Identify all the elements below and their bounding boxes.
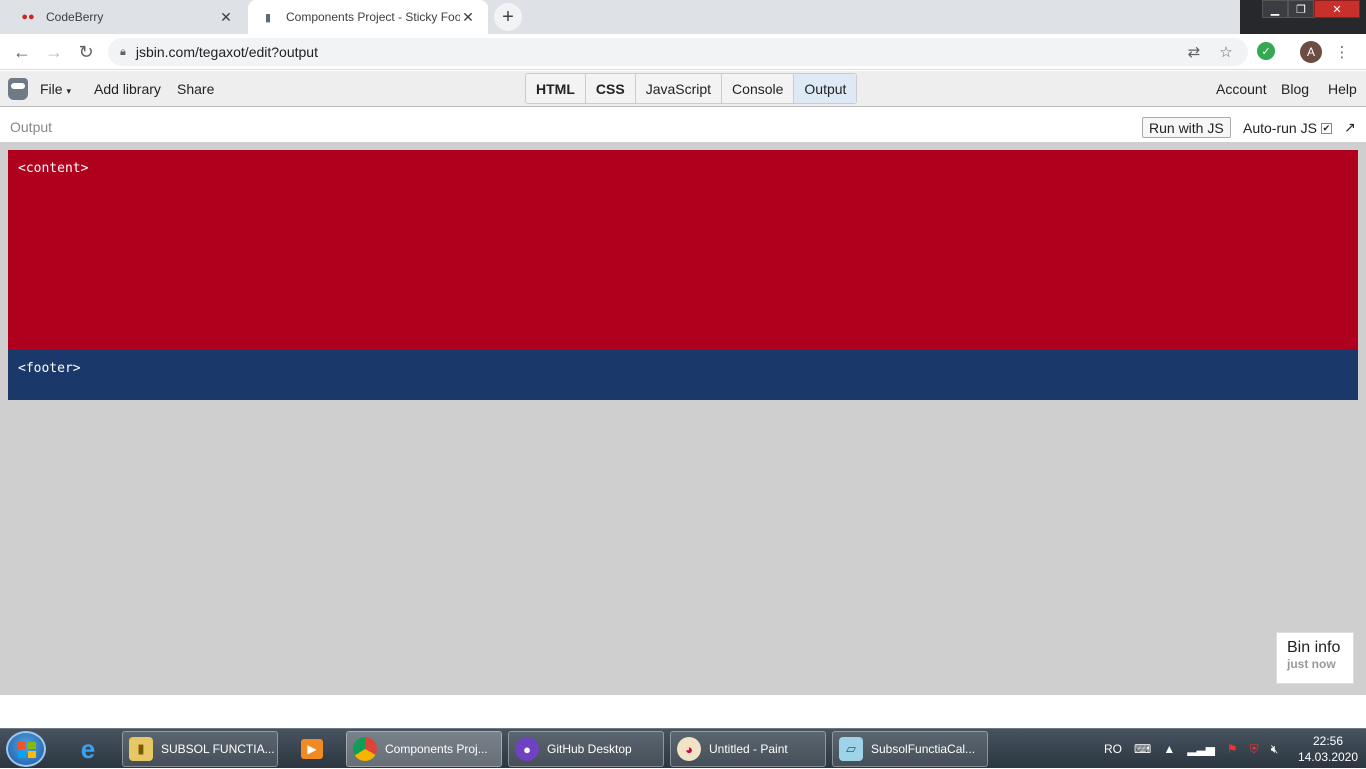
taskbar-item-github[interactable]: ● GitHub Desktop: [508, 731, 664, 767]
close-tab-icon[interactable]: ✕: [460, 9, 476, 26]
tab-title: Components Project - Sticky Foo: [286, 10, 460, 24]
panel-toggle-group: HTML CSS JavaScript Console Output: [525, 73, 858, 104]
caret-down-icon: ▾: [66, 86, 71, 96]
taskbar-item-chrome[interactable]: Components Proj...: [346, 731, 502, 767]
address-bar[interactable]: 🔒︎ jsbin.com/tegaxot/edit?output: [108, 38, 1248, 66]
close-tab-icon[interactable]: ✕: [218, 9, 234, 26]
run-with-js-button[interactable]: Run with JS: [1142, 117, 1231, 138]
tab-title: CodeBerry: [46, 10, 104, 24]
system-tray: RO ⌨ ▲ ▂▃▅ ⚑ ⛨ 🔇︎: [1104, 729, 1290, 769]
bin-info-title: Bin info: [1287, 639, 1341, 656]
blog-link[interactable]: Blog: [1281, 81, 1309, 97]
taskbar-item-paint[interactable]: ◕ Untitled - Paint: [670, 731, 826, 767]
jsbin-icon: ▮: [264, 11, 272, 24]
volume-muted-icon[interactable]: 🔇︎: [1271, 742, 1279, 757]
help-menu[interactable]: Help: [1328, 81, 1357, 97]
lock-icon: 🔒︎: [120, 45, 126, 58]
browser-toolbar: ← → ↻ 🔒︎ jsbin.com/tegaxot/edit?output ⇄…: [0, 34, 1366, 70]
plus-icon: +: [494, 3, 522, 31]
panel-console[interactable]: Console: [722, 74, 795, 103]
url-text: jsbin.com/tegaxot/edit?output: [135, 44, 318, 60]
paint-icon: ◕: [677, 737, 701, 761]
bin-info-widget[interactable]: Bin info just now: [1276, 632, 1354, 684]
panel-output[interactable]: Output: [794, 74, 857, 103]
extension-shield-icon[interactable]: ✓: [1257, 42, 1275, 60]
flag-icon[interactable]: ⚑: [1227, 742, 1238, 756]
windows-taskbar: e ▮ SUBSOL FUNCTIA... ▶ Components Proj.…: [0, 728, 1366, 768]
profile-avatar[interactable]: A: [1300, 41, 1322, 63]
folder-icon: ▮: [129, 737, 153, 761]
share-menu[interactable]: Share: [177, 81, 214, 97]
chrome-icon: [353, 737, 377, 761]
language-indicator[interactable]: RO: [1104, 742, 1122, 756]
page-bottom-area: [0, 695, 1366, 729]
output-frame: <content> <footer> Bin info just now: [0, 142, 1366, 695]
footer-text: <footer>: [18, 361, 81, 376]
jsbin-control-bar: File ▾ Add library Share HTML CSS JavaSc…: [0, 71, 1366, 107]
bookmark-star-icon[interactable]: ☆: [1216, 40, 1236, 64]
forward-arrow-icon[interactable]: →: [42, 40, 66, 64]
internet-explorer-icon[interactable]: e: [66, 732, 110, 766]
output-panel-header: Output Run with JS Auto-run JS ✔ ↗: [0, 108, 1366, 142]
tab-components-project[interactable]: ▮ Components Project - Sticky Foo ✕: [248, 0, 488, 34]
browser-tab-strip: ●● CodeBerry ✕ ▮ Components Project - St…: [0, 0, 1366, 34]
content-text: <content>: [18, 161, 89, 176]
security-icon[interactable]: ⛨: [1250, 742, 1259, 757]
maximize-button[interactable]: ❐: [1288, 0, 1314, 18]
autorun-checkbox[interactable]: ✔: [1320, 122, 1332, 134]
taskbar-item-folder[interactable]: ▮ SUBSOL FUNCTIA...: [122, 731, 278, 767]
clock-date: 14.03.2020: [1297, 750, 1359, 764]
clock-time: 22:56: [1312, 734, 1344, 748]
system-clock[interactable]: 22:56 14.03.2020: [1296, 733, 1360, 765]
windows-start-button[interactable]: [6, 731, 46, 767]
taskbar-item-document[interactable]: ▱ SubsolFunctiaCal...: [832, 731, 988, 767]
keyboard-icon[interactable]: ⌨: [1134, 742, 1151, 756]
new-tab-button[interactable]: +: [494, 3, 522, 31]
popout-arrow-icon[interactable]: ↗: [1344, 119, 1356, 136]
add-library-menu[interactable]: Add library: [94, 81, 161, 97]
document-icon: ▱: [839, 737, 863, 761]
jsbin-logo-icon[interactable]: [8, 78, 28, 100]
content-section: <content>: [8, 150, 1358, 350]
bin-info-time: just now: [1287, 657, 1336, 671]
panel-html[interactable]: HTML: [526, 74, 586, 103]
account-menu[interactable]: Account: [1216, 81, 1267, 97]
autorun-label: Auto-run JS: [1243, 120, 1317, 136]
minimize-button[interactable]: ▁: [1262, 0, 1288, 18]
tab-codeberry[interactable]: ●● CodeBerry ✕: [8, 0, 246, 34]
window-controls: ▁ ❐ ✕: [1262, 0, 1360, 18]
github-icon: ●: [515, 737, 539, 761]
media-player-icon[interactable]: ▶: [290, 732, 334, 766]
codeberry-icon: ●●: [21, 11, 35, 23]
back-arrow-icon[interactable]: ←: [10, 40, 34, 64]
file-menu[interactable]: File ▾: [40, 81, 71, 97]
panel-javascript[interactable]: JavaScript: [636, 74, 723, 103]
panel-css[interactable]: CSS: [586, 74, 636, 103]
reload-icon[interactable]: ↻: [74, 40, 98, 64]
output-label: Output: [10, 119, 53, 135]
autorun-js-toggle[interactable]: Auto-run JS ✔: [1243, 120, 1332, 136]
signal-icon[interactable]: ▂▃▅: [1187, 742, 1215, 756]
show-hidden-icons[interactable]: ▲: [1163, 742, 1175, 756]
footer-section: <footer>: [8, 350, 1358, 400]
more-menu-icon[interactable]: ⋮: [1334, 40, 1350, 64]
close-window-button[interactable]: ✕: [1314, 0, 1360, 18]
translate-icon[interactable]: ⇄: [1184, 40, 1204, 64]
